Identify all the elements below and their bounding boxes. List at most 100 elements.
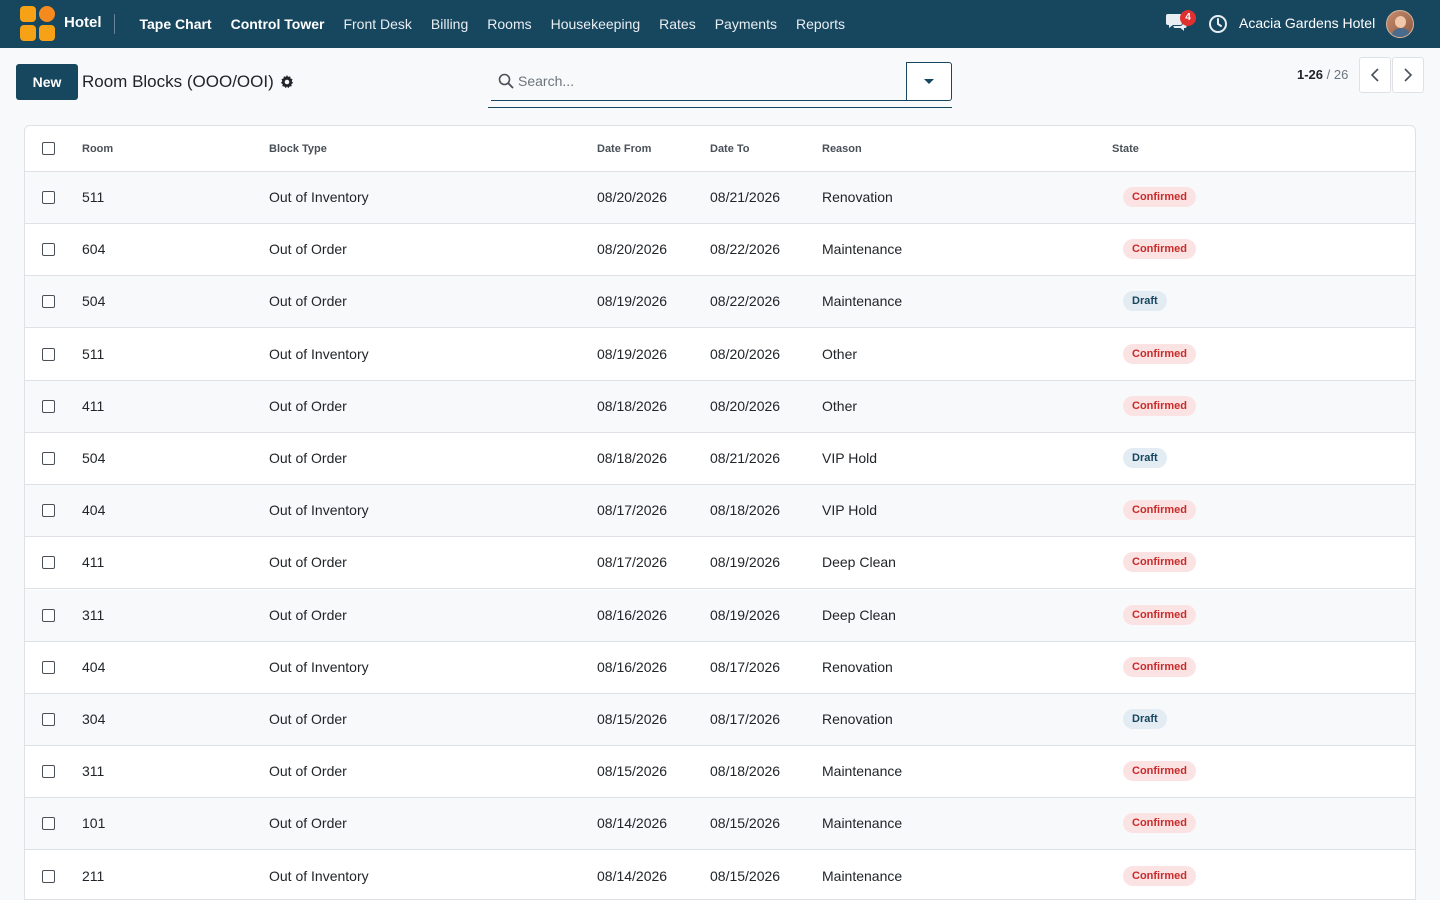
row-checkbox[interactable] <box>42 608 55 622</box>
menu-item-payments[interactable]: Payments <box>705 0 786 48</box>
search-icon <box>498 73 514 89</box>
select-all-checkbox[interactable] <box>42 142 55 155</box>
apps-menu-icon[interactable] <box>20 6 56 42</box>
menu-item-reports[interactable]: Reports <box>786 0 854 48</box>
search-options-toggle[interactable] <box>906 62 952 101</box>
cell-block-type: Out of Order <box>269 397 347 414</box>
cell-date-from: 08/15/2026 <box>597 763 668 780</box>
cell-reason: Maintenance <box>822 815 903 832</box>
clock-icon <box>1209 15 1227 33</box>
cell-date-from: 08/18/2026 <box>597 450 668 466</box>
table-row[interactable]: 411 Out of Order 08/18/2026 08/20/2026 Other… <box>25 380 1415 433</box>
cell-date-to: 08/15/2026 <box>710 867 781 884</box>
activity-button[interactable] <box>1208 14 1228 34</box>
app-name[interactable]: Hotel <box>64 14 102 31</box>
cell-block-type: Out of Order <box>269 763 347 780</box>
row-checkbox[interactable] <box>42 660 55 674</box>
row-checkbox[interactable] <box>42 295 55 309</box>
column-header-room[interactable]: Room <box>82 143 113 155</box>
table-row[interactable]: 504 Out of Order 08/18/2026 08/21/2026 VIP H… <box>25 433 1415 485</box>
company-switcher[interactable]: Acacia Gardens Hotel <box>1239 15 1375 31</box>
status-badge: Draft <box>1123 448 1167 468</box>
cell-block-type: Out of Order <box>269 711 347 727</box>
gear-icon[interactable] <box>280 75 294 89</box>
row-checkbox[interactable] <box>42 765 55 779</box>
cell-date-to: 08/20/2026 <box>710 345 781 362</box>
user-avatar[interactable] <box>1386 10 1414 38</box>
cell-room: 211 <box>82 867 105 884</box>
table-row[interactable]: 311 Out of Order 08/15/2026 08/18/2026 Maint… <box>25 746 1415 799</box>
menu-item-rooms[interactable]: Rooms <box>478 0 541 48</box>
row-checkbox[interactable] <box>42 504 55 518</box>
table-row[interactable]: 511 Out of Inventory 08/19/2026 08/20/2026 O… <box>25 328 1415 381</box>
column-header-reason[interactable]: Reason <box>822 143 862 155</box>
table-header: Room Block Type Date From Date To Reason… <box>25 126 1415 172</box>
cell-date-from: 08/14/2026 <box>597 867 668 884</box>
table-row[interactable]: 311 Out of Order 08/16/2026 08/19/2026 Deep … <box>25 589 1415 642</box>
cell-block-type: Out of Inventory <box>269 502 369 519</box>
cell-block-type: Out of Order <box>269 450 347 466</box>
pager-range[interactable]: 1-26 <box>1297 67 1323 82</box>
pager-next-button[interactable] <box>1392 57 1424 93</box>
row-checkbox[interactable] <box>42 869 55 883</box>
row-checkbox[interactable] <box>42 556 55 570</box>
column-header-block-type[interactable]: Block Type <box>269 143 327 155</box>
menu-item-housekeeping[interactable]: Housekeeping <box>541 0 650 48</box>
column-header-date-from[interactable]: Date From <box>597 143 651 155</box>
cell-reason: Maintenance <box>822 867 903 884</box>
cell-date-from: 08/15/2026 <box>597 711 668 727</box>
breadcrumb: Room Blocks (OOO/OOI) <box>82 72 294 92</box>
cell-date-from: 08/19/2026 <box>597 345 668 362</box>
column-header-date-to[interactable]: Date To <box>710 143 750 155</box>
row-checkbox[interactable] <box>42 399 55 413</box>
menu-item-tape-chart[interactable]: Tape Chart <box>130 0 221 48</box>
table-row[interactable]: 211 Out of Inventory 08/14/2026 08/15/2026 M… <box>25 850 1415 899</box>
search-input[interactable] <box>518 70 898 92</box>
menu-item-control-tower[interactable]: Control Tower <box>221 0 334 48</box>
status-badge: Confirmed <box>1123 604 1196 625</box>
top-navbar: Hotel Tape Chart Control Tower Front Desk B… <box>0 0 1440 48</box>
table-row[interactable]: 404 Out of Inventory 08/16/2026 08/17/2026 R… <box>25 641 1415 694</box>
table-row[interactable]: 411 Out of Order 08/17/2026 08/19/2026 Deep … <box>25 537 1415 590</box>
cell-date-from: 08/16/2026 <box>597 658 668 675</box>
cell-block-type: Out of Inventory <box>269 189 369 205</box>
page-title: Room Blocks (OOO/OOI) <box>82 72 274 91</box>
table-row[interactable]: 511 Out of Inventory 08/20/2026 08/21/2026 R… <box>25 172 1415 224</box>
table-row[interactable]: 304 Out of Order 08/15/2026 08/17/2026 Renov… <box>25 694 1415 746</box>
menu-item-rates[interactable]: Rates <box>650 0 706 48</box>
pager-value[interactable]: 1-26 / 26 <box>1297 67 1348 82</box>
cell-date-from: 08/20/2026 <box>597 189 668 205</box>
pager-previous-button[interactable] <box>1359 57 1391 93</box>
table-row[interactable]: 504 Out of Order 08/19/2026 08/22/2026 Maint… <box>25 276 1415 329</box>
cell-reason: Deep Clean <box>822 606 896 623</box>
search-panel <box>488 62 952 108</box>
messaging-button[interactable]: 4 <box>1165 10 1196 36</box>
row-checkbox[interactable] <box>42 817 55 831</box>
cell-room: 404 <box>82 502 106 519</box>
status-badge: Confirmed <box>1123 656 1196 677</box>
row-checkbox[interactable] <box>42 713 55 726</box>
new-button[interactable]: New <box>16 64 78 100</box>
pager-separator: / <box>1323 67 1334 82</box>
cell-room: 411 <box>82 397 105 414</box>
table-row[interactable]: 604 Out of Order 08/20/2026 08/22/2026 Maint… <box>25 224 1415 277</box>
cell-date-from: 08/16/2026 <box>597 606 668 623</box>
table-row[interactable]: 404 Out of Inventory 08/17/2026 08/18/2026 V… <box>25 485 1415 538</box>
cell-room: 504 <box>82 450 106 466</box>
table-row[interactable]: 101 Out of Order 08/14/2026 08/15/2026 Maint… <box>25 798 1415 851</box>
row-checkbox[interactable] <box>42 347 55 361</box>
status-badge: Confirmed <box>1123 865 1196 886</box>
menu-item-billing[interactable]: Billing <box>421 0 477 48</box>
row-checkbox[interactable] <box>42 452 55 465</box>
nav-divider <box>114 14 115 34</box>
cell-reason: Maintenance <box>822 763 903 780</box>
cell-date-to: 08/21/2026 <box>710 450 781 466</box>
cell-room: 504 <box>82 293 106 310</box>
row-checkbox[interactable] <box>42 243 55 257</box>
status-badge: Confirmed <box>1123 395 1196 416</box>
cell-room: 511 <box>82 345 105 362</box>
menu-item-front-desk[interactable]: Front Desk <box>334 0 421 48</box>
search-box <box>491 62 907 101</box>
column-header-state[interactable]: State <box>1112 143 1139 155</box>
row-checkbox[interactable] <box>42 191 55 204</box>
